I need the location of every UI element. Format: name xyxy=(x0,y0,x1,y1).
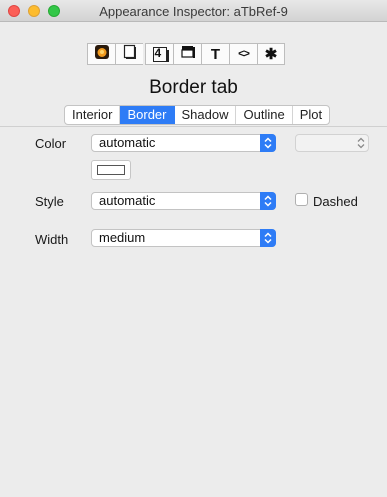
code-icon: <> xyxy=(238,48,250,60)
tab-border[interactable]: Border xyxy=(120,106,175,124)
width-select-value: medium xyxy=(99,230,146,245)
chevron-updown-icon xyxy=(260,192,276,210)
width-label: Width xyxy=(35,232,69,247)
color-label: Color xyxy=(35,136,67,151)
text-icon: T xyxy=(210,45,221,63)
dashed-label: Dashed xyxy=(313,194,358,209)
color-swatch-preview xyxy=(97,165,125,175)
gear-icon: ✱ xyxy=(264,46,278,63)
style-label: Style xyxy=(35,194,64,209)
color-picker-select[interactable] xyxy=(295,134,369,152)
appearance-icon xyxy=(94,44,110,65)
tab-shadow[interactable]: Shadow xyxy=(175,106,237,124)
title-bar: Appearance Inspector: aTbRef-9 xyxy=(0,0,387,22)
page-icon xyxy=(123,44,137,64)
tab-plot[interactable]: Plot xyxy=(293,106,329,124)
window-title: Appearance Inspector: aTbRef-9 xyxy=(99,4,288,19)
tab-bar: Interior Border Shadow Outline Plot xyxy=(64,105,331,125)
tab-interior[interactable]: Interior xyxy=(65,106,121,124)
badge-tab-button[interactable]: 4 xyxy=(145,43,173,65)
color-swatch-button[interactable] xyxy=(91,160,131,180)
page-title: Border tab xyxy=(149,77,238,98)
chevron-updown-icon xyxy=(260,229,276,247)
border-settings-panel xyxy=(0,127,387,497)
badge-number-icon: 4 xyxy=(152,46,169,62)
appearance-tab-button[interactable] xyxy=(87,43,115,65)
action-tab-button[interactable]: <> xyxy=(229,43,257,65)
inspector-window: Appearance Inspector: aTbRef-9 4 T <> ✱ … xyxy=(0,0,387,497)
dashed-checkbox[interactable] xyxy=(295,193,308,206)
note-tab-button[interactable] xyxy=(115,43,143,65)
color-select[interactable]: automatic xyxy=(91,134,276,152)
inspector-toolbar: 4 T <> ✱ xyxy=(87,43,285,65)
width-select[interactable]: medium xyxy=(91,229,276,247)
color-select-value: automatic xyxy=(99,135,156,150)
text-tab-button[interactable]: T xyxy=(201,43,229,65)
border-icon xyxy=(180,44,195,64)
border-tab-button[interactable] xyxy=(173,43,201,65)
chevron-updown-icon xyxy=(353,134,369,152)
settings-tab-button[interactable]: ✱ xyxy=(257,43,285,65)
style-select[interactable]: automatic xyxy=(91,192,276,210)
chevron-updown-icon xyxy=(260,134,276,152)
tab-outline[interactable]: Outline xyxy=(236,106,293,124)
style-select-value: automatic xyxy=(99,193,156,208)
